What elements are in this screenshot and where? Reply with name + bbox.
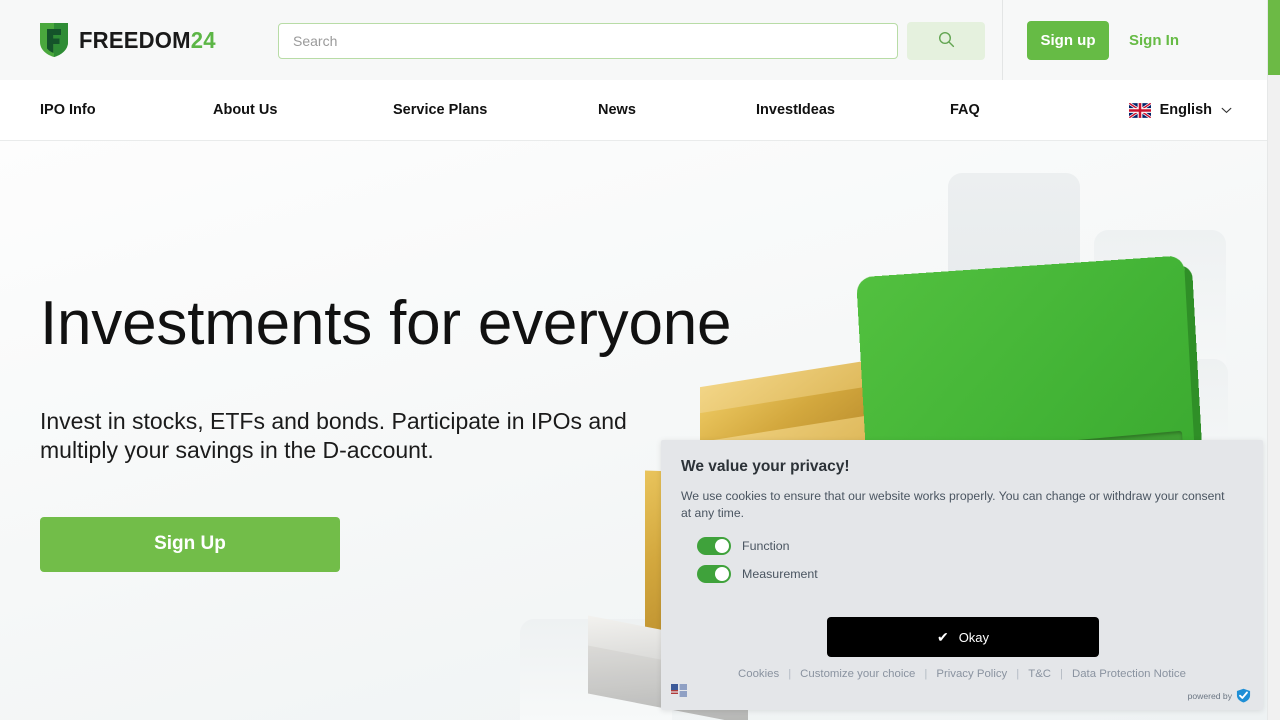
link-separator: | [1016, 668, 1020, 680]
vertical-scrollbar-thumb[interactable] [1268, 0, 1280, 75]
auth-actions: Sign up Sign In [1027, 21, 1179, 60]
cookie-consent-dialog: We value your privacy! We use cookies to… [661, 440, 1263, 710]
bg-card-2 [1094, 230, 1226, 430]
language-selector[interactable]: English [1128, 102, 1232, 118]
check-icon: ✔ [936, 629, 949, 645]
cookie-accept-button[interactable]: ✔ Okay [827, 617, 1099, 657]
vertical-scrollbar-track[interactable] [1268, 0, 1280, 720]
link-separator: | [924, 668, 928, 680]
bg-card-4 [520, 619, 672, 720]
powered-by-label: powered by [1187, 690, 1232, 701]
nav-item-news[interactable]: News [598, 102, 636, 118]
bg-card-1 [948, 173, 1080, 343]
nav-item-ipo-info[interactable]: IPO Info [40, 102, 96, 118]
cookie-link-data-protection-notice[interactable]: Data Protection Notice [1072, 668, 1186, 680]
cookie-toggle-measurement[interactable] [697, 564, 731, 583]
nav-item-faq[interactable]: FAQ [950, 102, 980, 118]
search-input[interactable] [278, 23, 898, 59]
signup-button[interactable]: Sign up [1027, 21, 1109, 60]
hero-signup-button[interactable]: Sign Up [40, 516, 340, 572]
cookie-toggle-function-label: Function [742, 538, 790, 553]
search-icon [938, 31, 955, 51]
link-separator: | [1060, 668, 1063, 680]
cookie-toggle-measurement-row: Measurement [697, 564, 1243, 583]
nav-item-investideas[interactable]: InvestIdeas [756, 102, 835, 118]
gold-bar-top [700, 358, 878, 418]
cookie-link-tc[interactable]: T&C [1028, 668, 1051, 680]
uk-flag-icon [1128, 102, 1151, 118]
toggle-knob [715, 566, 729, 581]
chevron-down-icon [1221, 107, 1232, 114]
header-divider [1002, 0, 1003, 80]
cookie-link-cookies[interactable]: Cookies [738, 668, 779, 680]
page-root: FREEDOM24 Sign up Sign In IPO Info About… [0, 0, 1280, 720]
cookie-toggle-measurement-label: Measurement [742, 566, 818, 581]
cookie-dialog-links: Cookies | Customize your choice | Privac… [661, 668, 1263, 680]
cookie-toggle-function[interactable] [697, 536, 731, 555]
shield-check-badge-icon [1236, 688, 1251, 703]
cookie-toggle-function-row: Function [697, 536, 1243, 555]
nav-item-about-us[interactable]: About Us [213, 102, 277, 118]
hero-copy: Investments for everyone Invest in stock… [40, 289, 732, 572]
signin-link[interactable]: Sign In [1129, 32, 1179, 49]
toggle-knob [715, 538, 729, 553]
brand-name: FREEDOM24 [79, 26, 216, 53]
cookie-accept-label: Okay [958, 629, 990, 645]
nav-item-service-plans[interactable]: Service Plans [393, 102, 487, 118]
cookie-dialog-body: We use cookies to ensure that our websit… [681, 489, 1225, 521]
brand-logo[interactable]: FREEDOM24 [40, 23, 221, 57]
cookie-link-customize[interactable]: Customize your choice [800, 668, 915, 680]
main-navigation: IPO Info About Us Service Plans News Inv… [0, 80, 1268, 141]
site-header: FREEDOM24 Sign up Sign In [0, 0, 1268, 80]
search-button[interactable] [907, 22, 985, 60]
cookie-dialog-title: We value your privacy! [681, 458, 850, 475]
link-separator: | [788, 668, 792, 680]
us-flag-language-icon[interactable] [671, 684, 687, 698]
search-area [278, 22, 985, 60]
cookie-link-privacy-policy[interactable]: Privacy Policy [936, 668, 1007, 680]
hero-title: Investments for everyone [40, 289, 732, 358]
hero-subtitle: Invest in stocks, ETFs and bonds. Partic… [40, 407, 627, 463]
language-label: English [1159, 102, 1212, 118]
shield-logo-icon [40, 23, 68, 57]
powered-by-badge: powered by [1188, 688, 1251, 703]
